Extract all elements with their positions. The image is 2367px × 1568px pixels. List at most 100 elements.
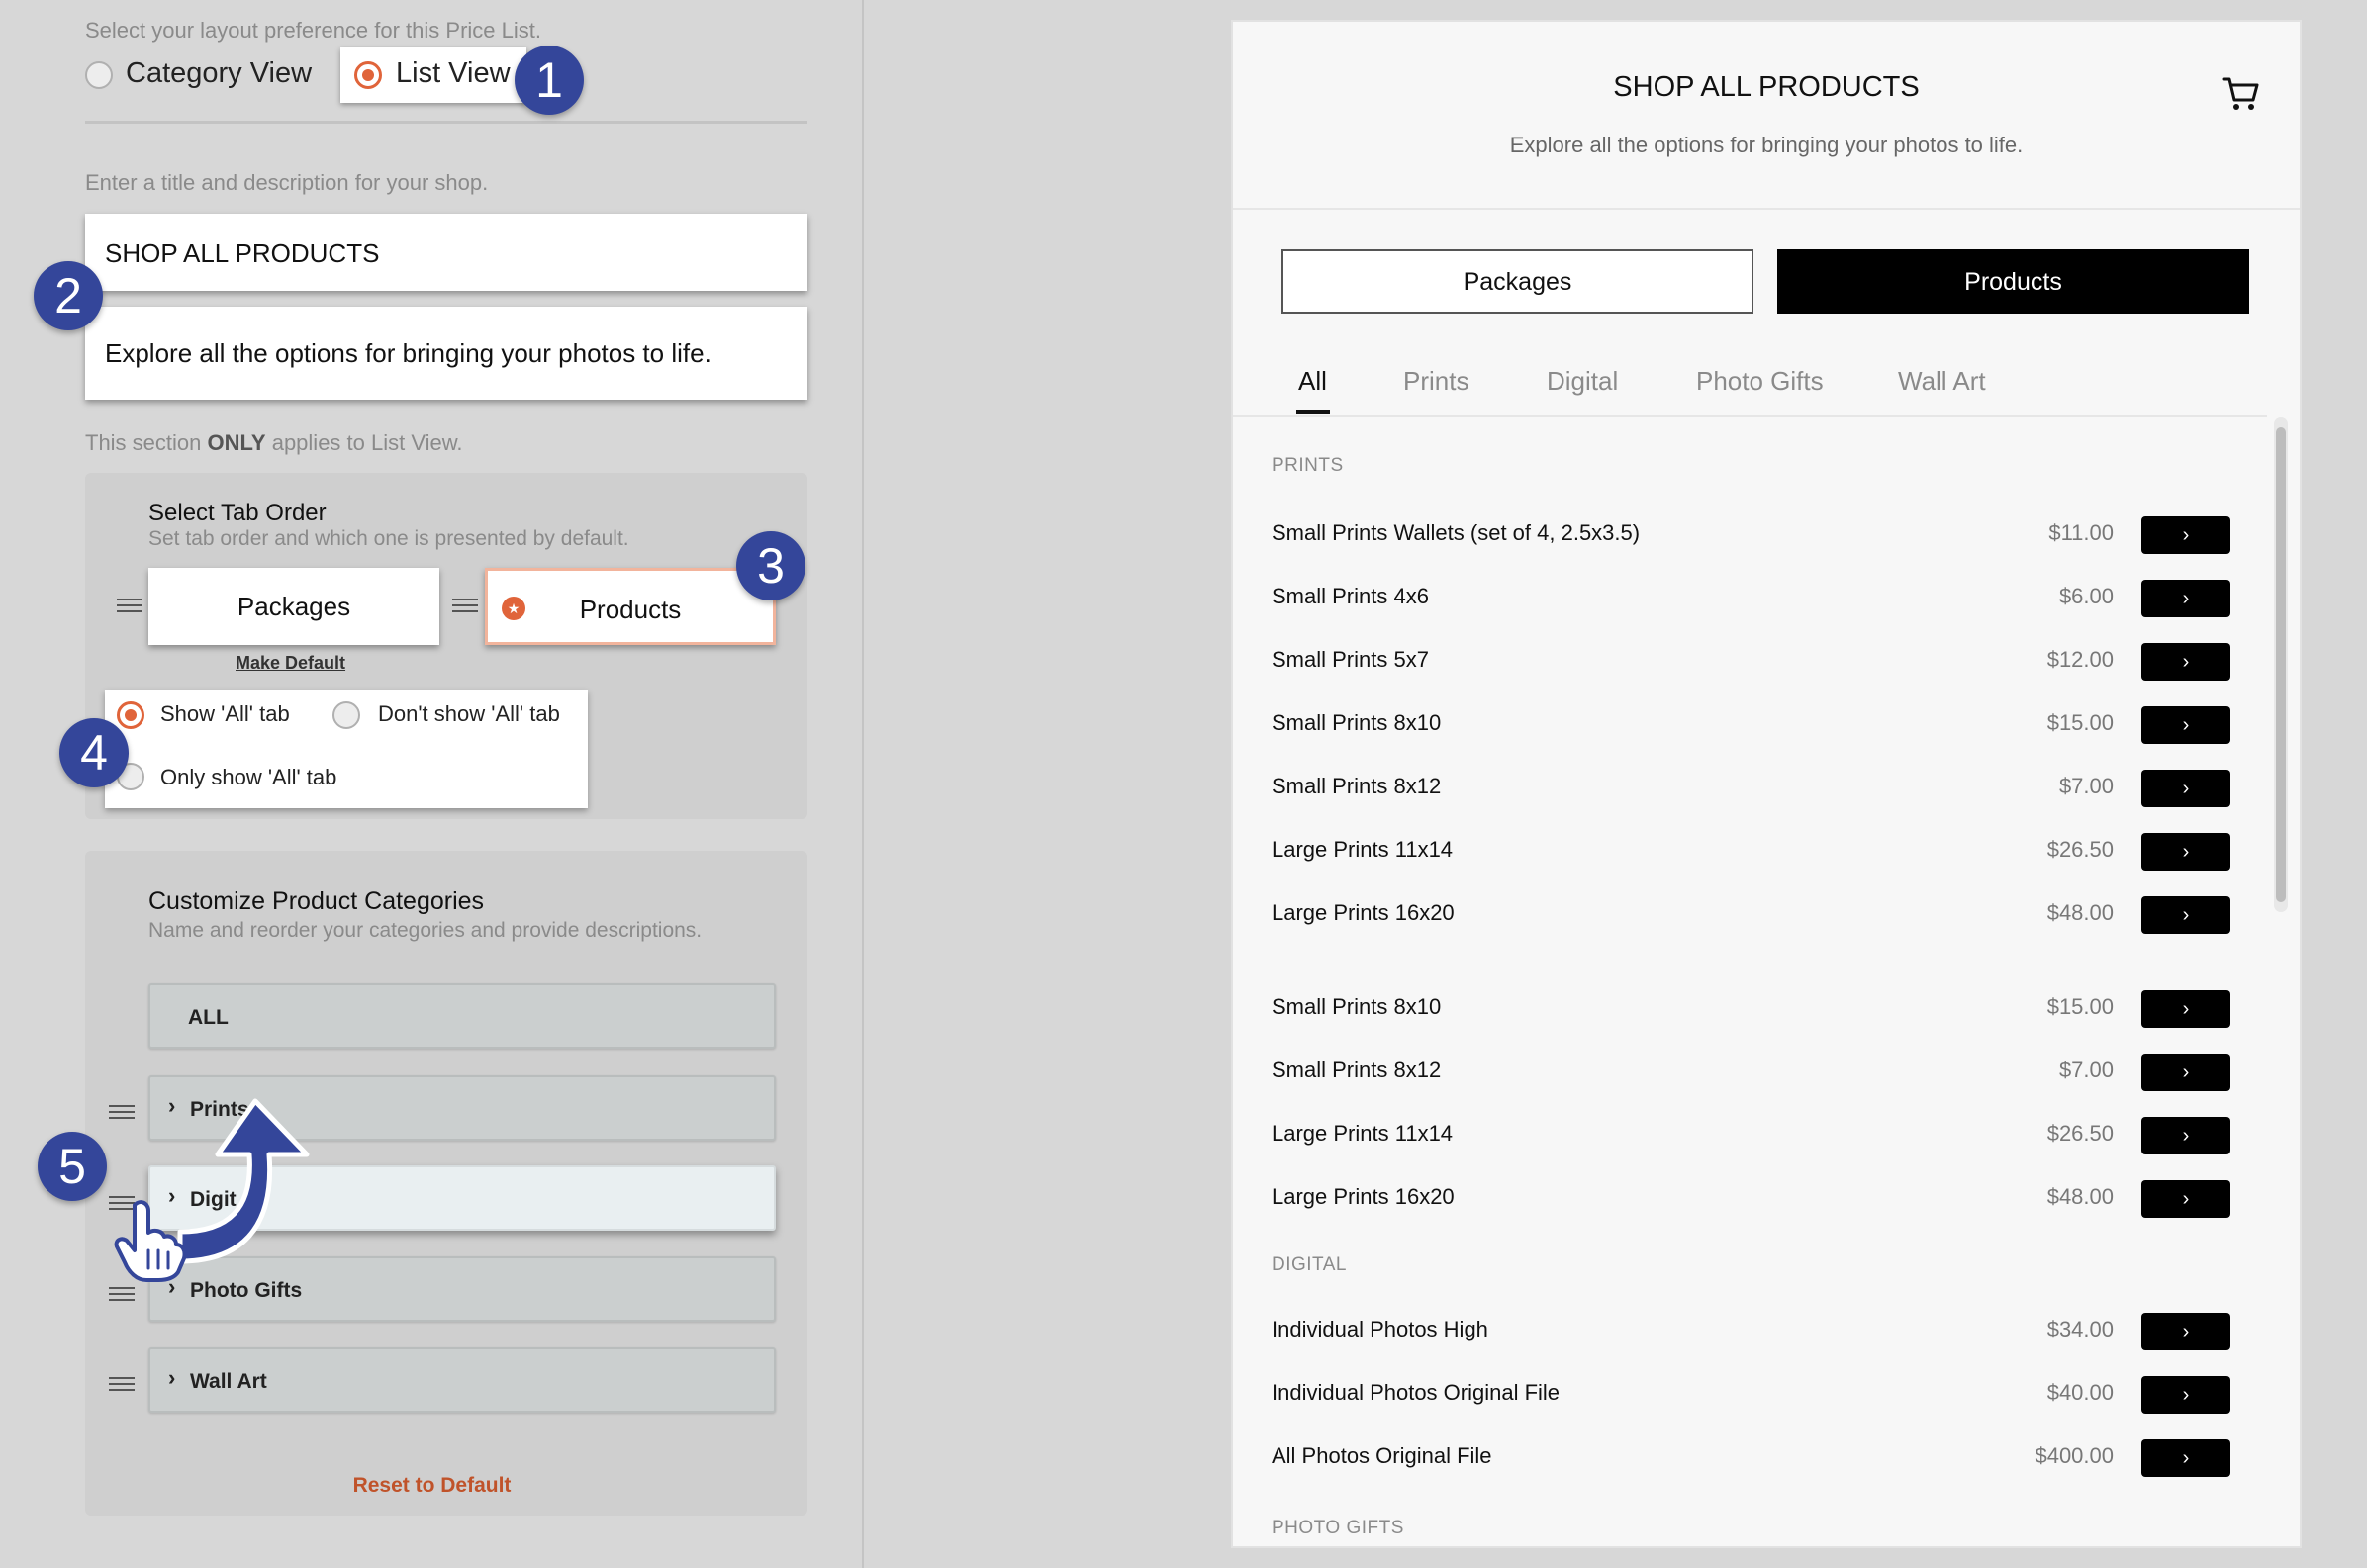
chevron-right-icon[interactable]: › <box>2141 896 2230 934</box>
drag-handle-icon[interactable] <box>109 1377 135 1391</box>
list-view-option[interactable]: List View <box>340 47 526 103</box>
product-row: Small Prints 8x12 $7.00 › <box>1233 758 2267 821</box>
tab-order-products-label: Products <box>579 595 682 624</box>
tab-order-packages[interactable]: Packages <box>148 568 439 645</box>
chevron-right-icon[interactable]: › <box>2141 1180 2230 1218</box>
tab-wall-art[interactable]: Wall Art <box>1898 366 1986 397</box>
chevron-right-icon[interactable]: › <box>2141 770 2230 807</box>
categories-subheading: Name and reorder your categories and pro… <box>148 919 703 942</box>
only-show-all-tab-label[interactable]: Only show 'All' tab <box>160 765 336 790</box>
shop-title-input[interactable]: SHOP ALL PRODUCTS <box>85 214 807 291</box>
product-name: Large Prints 16x20 <box>1272 900 1455 925</box>
title-hint: Enter a title and description for your s… <box>85 170 489 195</box>
tab-order-packages-label: Packages <box>237 592 351 621</box>
show-all-tab-radio[interactable] <box>117 701 144 729</box>
product-price: $48.00 <box>2046 900 2114 925</box>
tab-prints[interactable]: Prints <box>1403 366 1468 397</box>
reset-to-default-link[interactable]: Reset to Default <box>0 1474 864 1498</box>
shop-description-input[interactable]: Explore all the options for bringing you… <box>85 307 807 400</box>
tab-photo-gifts[interactable]: Photo Gifts <box>1696 366 1824 397</box>
dont-show-all-tab-label[interactable]: Don't show 'All' tab <box>378 701 560 727</box>
chevron-right-icon[interactable]: › <box>2141 833 2230 871</box>
category-label: Photo Gifts <box>190 1279 303 1302</box>
product-name: Individual Photos Original File <box>1272 1380 1561 1405</box>
make-default-link[interactable]: Make Default <box>236 653 345 674</box>
cart-icon[interactable] <box>2221 73 2260 113</box>
product-row: All Photos Original File $400.00 › <box>1233 1428 2267 1491</box>
shop-description-value: Explore all the options for bringing you… <box>105 338 711 368</box>
products-toggle-button[interactable]: Products <box>1777 249 2249 314</box>
chevron-right-icon[interactable]: › <box>2141 580 2230 617</box>
drag-handle-icon[interactable] <box>117 599 142 612</box>
categories-heading: Customize Product Categories <box>148 887 485 915</box>
tab-all[interactable]: All <box>1298 366 1327 397</box>
step-marker-3: 3 <box>736 531 805 600</box>
section-heading-digital: DIGITAL <box>1272 1254 1347 1275</box>
chevron-right-icon[interactable]: › <box>2141 643 2230 681</box>
category-view-radio[interactable] <box>85 61 113 89</box>
tabs-divider <box>1233 415 2267 417</box>
product-price: $400.00 <box>2035 1443 2114 1468</box>
category-view-label[interactable]: Category View <box>126 57 312 90</box>
product-price: $40.00 <box>2046 1380 2114 1405</box>
list-view-label[interactable]: List View <box>396 57 511 90</box>
product-name: Large Prints 16x20 <box>1272 1184 1455 1209</box>
packages-toggle-button[interactable]: Packages <box>1281 249 1753 314</box>
category-all-label: ALL <box>188 1006 229 1029</box>
layout-hint: Select your layout preference for this P… <box>85 18 541 43</box>
product-price: $34.00 <box>2046 1317 2114 1341</box>
product-name: Large Prints 11x14 <box>1272 837 1454 862</box>
product-row: Small Prints 8x10 $15.00 › <box>1233 694 2267 758</box>
product-row: Individual Photos High $34.00 › <box>1233 1301 2267 1364</box>
product-row: Small Prints 8x12 $7.00 › <box>1233 1042 2267 1105</box>
chevron-right-icon[interactable]: › <box>2141 1313 2230 1350</box>
list-view-radio[interactable] <box>354 61 382 89</box>
section-heading-photo-gifts: PHOTO GIFTS <box>1272 1518 1404 1538</box>
scrollbar[interactable] <box>2274 417 2288 912</box>
tab-order-heading: Select Tab Order <box>148 500 327 526</box>
product-row: Small Prints Wallets (set of 4, 2.5x3.5)… <box>1233 505 2267 568</box>
chevron-right-icon[interactable]: › <box>2141 990 2230 1028</box>
category-label: Wall Art <box>190 1370 267 1393</box>
preview-header: SHOP ALL PRODUCTS Explore all the option… <box>1233 22 2300 210</box>
drag-handle-icon[interactable] <box>452 599 478 612</box>
scrollbar-thumb[interactable] <box>2276 427 2286 902</box>
tab-digital[interactable]: Digital <box>1547 366 1618 397</box>
step-marker-1: 1 <box>515 46 584 115</box>
product-row: Large Prints 16x20 $48.00 › <box>1233 884 2267 948</box>
product-name: Small Prints Wallets (set of 4, 2.5x3.5) <box>1272 520 1641 545</box>
chevron-right-icon[interactable]: › <box>2141 1376 2230 1414</box>
step-marker-4: 4 <box>59 718 129 787</box>
all-tab-options: Show 'All' tab Don't show 'All' tab Only… <box>105 690 588 808</box>
chevron-right-icon[interactable]: › <box>2141 706 2230 744</box>
product-price: $6.00 <box>2058 584 2114 608</box>
product-price: $12.00 <box>2046 647 2114 672</box>
note-prefix: This section <box>85 430 208 455</box>
chevron-right-icon[interactable]: › <box>168 1365 175 1391</box>
preview-description: Explore all the options for bringing you… <box>1509 133 2024 157</box>
category-row-wall-art[interactable]: › Wall Art <box>148 1347 776 1413</box>
product-price: $48.00 <box>2046 1184 2114 1209</box>
step-marker-2: 2 <box>34 261 103 330</box>
shop-preview: SHOP ALL PRODUCTS Explore all the option… <box>1231 20 2302 1548</box>
product-name: Small Prints 4x6 <box>1272 584 1429 608</box>
active-tab-underline <box>1296 410 1330 414</box>
product-row: Small Prints 4x6 $6.00 › <box>1233 568 2267 631</box>
tab-order-products[interactable]: ★ Products <box>485 568 776 645</box>
divider <box>85 121 807 124</box>
tab-order-subheading: Set tab order and which one is presented… <box>148 527 629 550</box>
dont-show-all-tab-radio[interactable] <box>332 701 360 729</box>
chevron-right-icon[interactable]: › <box>2141 1117 2230 1154</box>
chevron-right-icon[interactable]: › <box>2141 1439 2230 1477</box>
product-row: Large Prints 11x14 $26.50 › <box>1233 821 2267 884</box>
product-name: All Photos Original File <box>1272 1443 1492 1468</box>
category-all[interactable]: ALL <box>148 983 776 1049</box>
show-all-tab-label[interactable]: Show 'All' tab <box>160 701 290 727</box>
product-price: $15.00 <box>2046 994 2114 1019</box>
chevron-right-icon[interactable]: › <box>2141 516 2230 554</box>
drag-handle-icon[interactable] <box>109 1287 135 1301</box>
product-price: $26.50 <box>2046 837 2114 862</box>
chevron-right-icon[interactable]: › <box>2141 1054 2230 1091</box>
note-suffix: applies to List View. <box>265 430 463 455</box>
product-price: $7.00 <box>2058 774 2114 798</box>
